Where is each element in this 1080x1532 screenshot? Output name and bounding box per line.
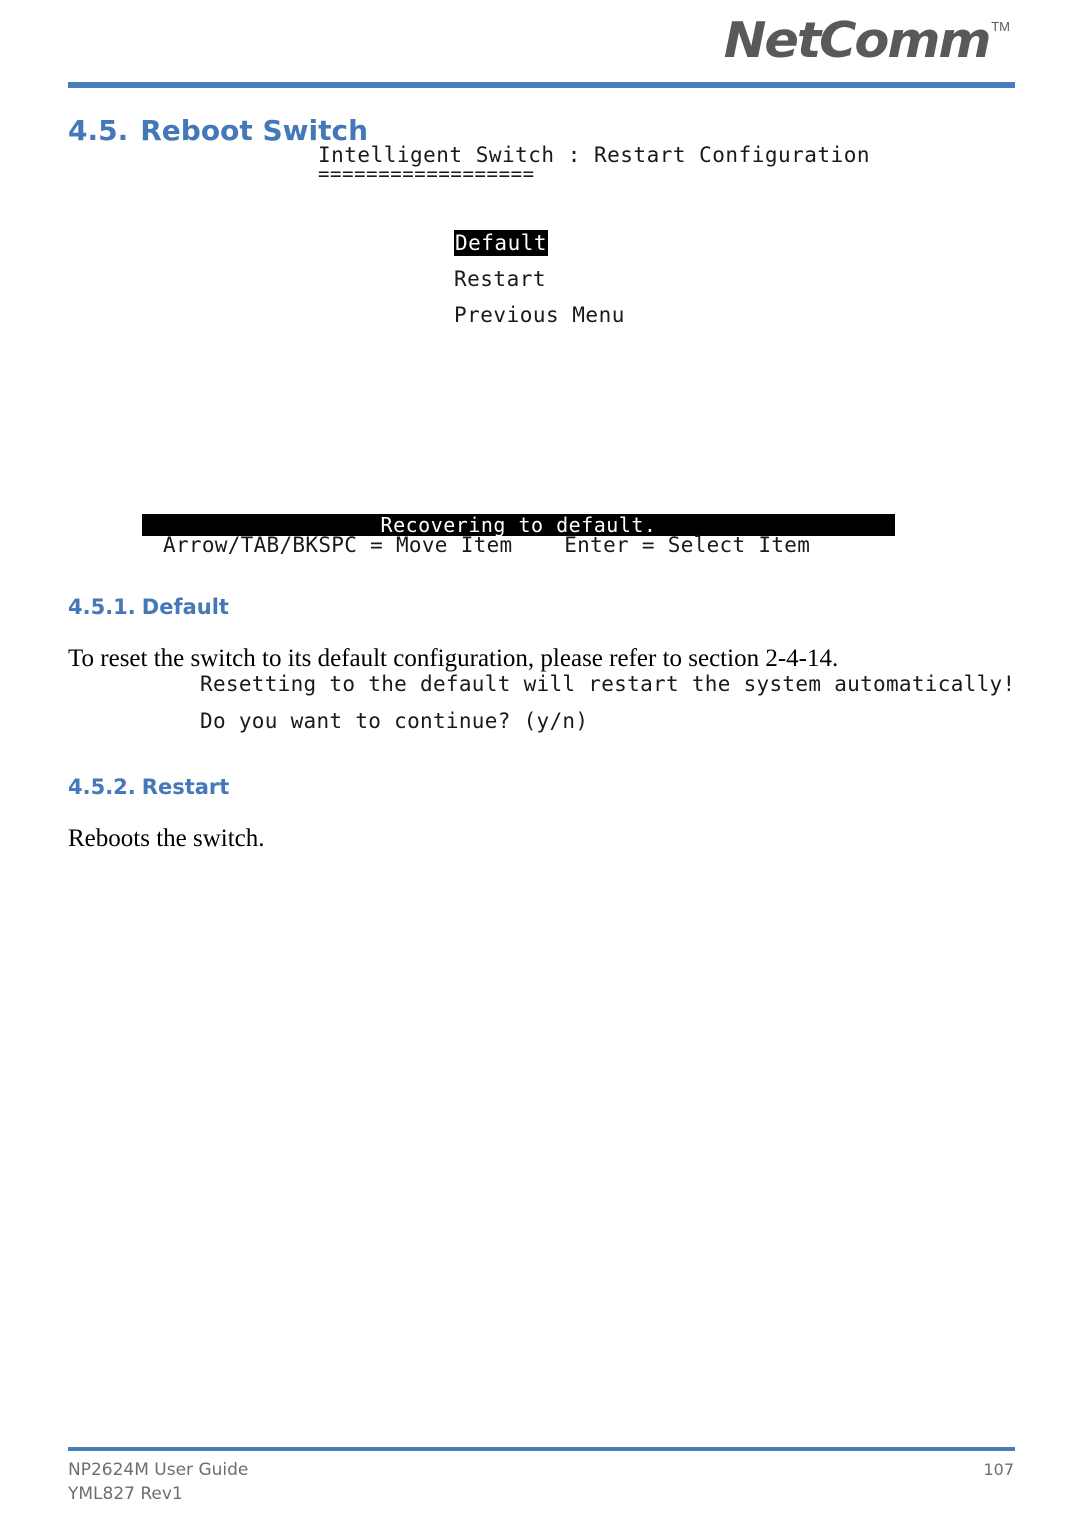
footer-document-info: NP2624M User Guide YML827 Rev1 [68,1458,248,1506]
console-menu-list: Default Restart Previous Menu [454,230,625,338]
menu-item-default[interactable]: Default [454,230,549,256]
subsection-number-restart: 4.5.2. [68,775,136,800]
subsection-number-default: 4.5.1. [68,595,136,620]
console-prompt-line-2: Do you want to continue? (y/n) [200,709,589,733]
header-divider-rule [68,82,1015,88]
logo-wordmark: NetComm [723,12,992,69]
subsection-body-default: To reset the switch to its default confi… [68,645,839,672]
footer-divider-rule [68,1447,1015,1451]
subsection-title-restart: Restart [141,775,230,800]
console-prompt-line-1: Resetting to the default will restart th… [200,672,1016,696]
menu-item-previous-menu[interactable]: Previous Menu [454,302,625,328]
trademark-symbol: TM [991,19,1010,34]
subsection-body-restart: Reboots the switch. [68,825,265,852]
section-title: Reboot Switch [140,113,368,147]
console-help-line: Arrow/TAB/BKSPC = Move Item Enter = Sele… [163,533,811,557]
page-title: 4.5. Reboot Switch [68,114,368,147]
netcomm-logo: NetComm TM [724,16,1010,65]
subsection-title-default: Default [141,595,229,620]
console-reset-prompt: Resetting to the default will restart th… [200,672,1015,746]
menu-item-restart[interactable]: Restart [454,266,625,292]
console-menu-title-underline: ================== [318,163,535,185]
section-number: 4.5. [68,113,129,147]
footer-revision: YML827 Rev1 [68,1484,183,1504]
footer-page-number: 107 [983,1460,1014,1479]
subsection-heading-restart: 4.5.2. Restart [68,775,229,799]
footer-guide-name: NP2624M User Guide [68,1460,249,1480]
subsection-heading-default: 4.5.1. Default [68,595,229,619]
